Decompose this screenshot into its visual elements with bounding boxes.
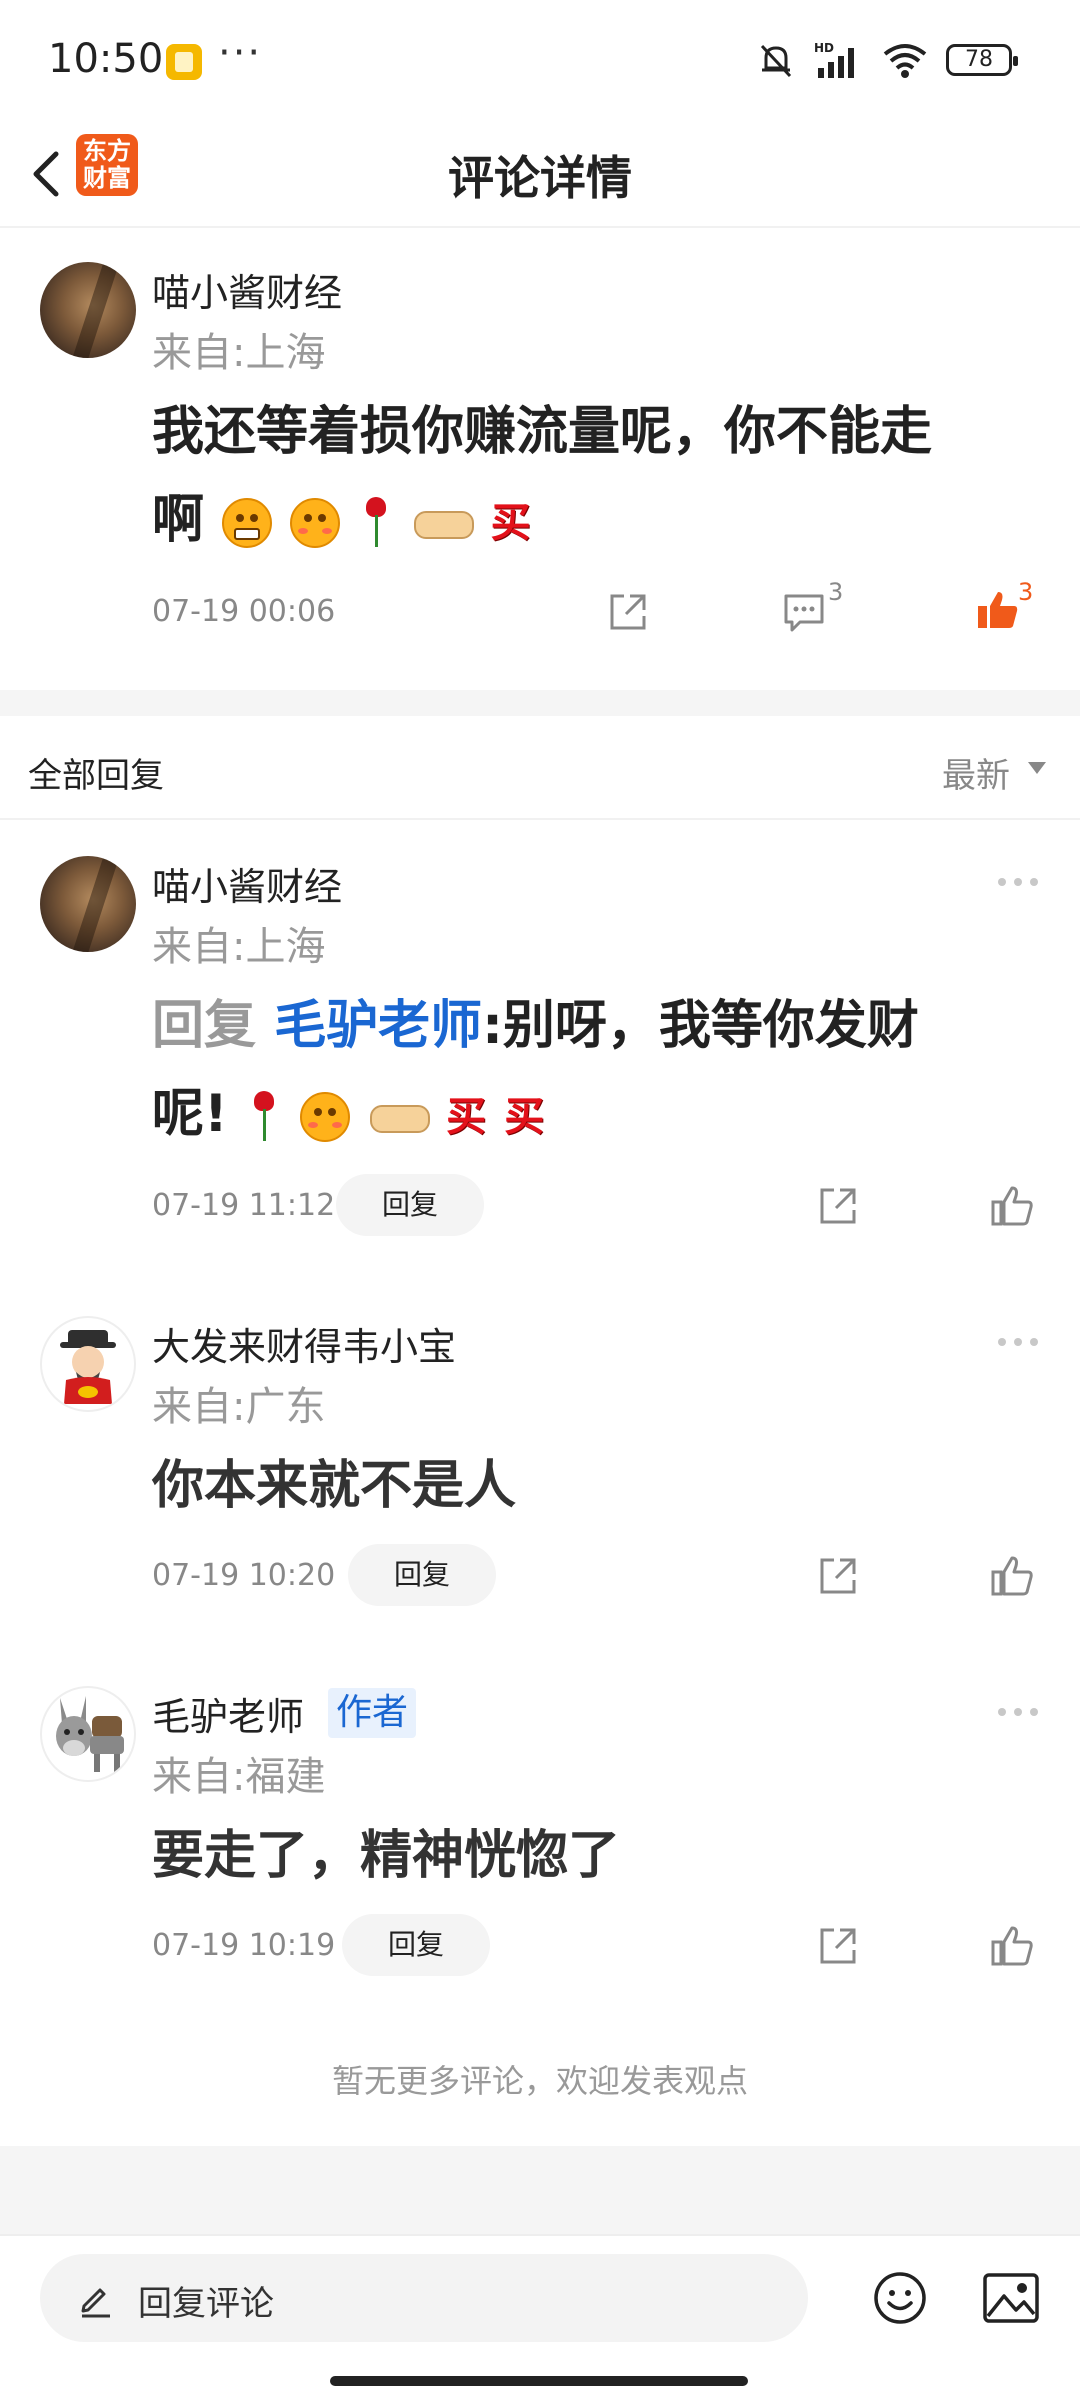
buy-emoji-icon: 买 [490,500,531,546]
reply-username[interactable]: 毛驴老师 [152,1686,304,1741]
no-more-comments-note: 暂无更多评论，欢迎发表观点 [331,2062,748,2100]
replies-header: 全部回复 最新 [0,716,1080,820]
reply-timestamp: 07-19 10:20 [152,1558,336,1593]
reply-target-link[interactable]: 毛驴老师 [274,996,482,1056]
section-divider [0,690,1080,716]
sort-dropdown[interactable]: 最新 [942,748,1010,797]
reply-prefix: 回复 [152,996,257,1056]
svg-text:HD: HD [814,41,834,55]
reply-text: 要走了，精神恍惚了 [152,1826,621,1886]
emoji-picker-icon[interactable] [872,2270,928,2326]
rose-emoji-icon [358,495,394,551]
thumbs-up-filled-icon[interactable] [974,586,1022,634]
reply-timestamp: 07-19 11:12 [152,1188,336,1223]
grimace-emoji-icon [222,498,273,548]
top-nav-bar: 东方 财富 评论详情 [0,120,1080,228]
reply-username[interactable]: 喵小酱财经 [152,856,342,911]
author-badge: 作者 [328,1688,417,1738]
avatar[interactable] [40,856,136,952]
reply-comment-input[interactable]: 回复评论 [40,2254,808,2342]
reply-text-line1: :别呀，我等你发财 [482,996,919,1056]
comment-text: 我还等着损你赚流量呢，你不能走 啊 买 [152,388,1032,567]
comment-location: 来自:上海 [152,330,326,376]
handshake-emoji-icon [412,503,475,543]
comment-text-line2: 啊 [152,490,205,550]
battery-indicator: 78 [946,44,1018,76]
comment-username[interactable]: 喵小酱财经 [152,262,342,317]
thumbs-up-icon[interactable] [988,1922,1036,1970]
reply-button[interactable]: 回复 [348,1544,496,1606]
pen-icon [81,2288,110,2318]
bottom-spacer [0,2146,1080,2234]
comment-text-line1: 我还等着损你赚流量呢，你不能走 [152,402,933,462]
comment-icon[interactable] [780,588,828,636]
more-options-icon[interactable] [996,1336,1040,1348]
thumbs-up-icon[interactable] [988,1552,1036,1600]
status-icons: HD 78 [756,38,1018,82]
flushed-emoji-icon [290,498,341,548]
avatar[interactable] [40,1316,136,1412]
page-title: 评论详情 [448,151,632,205]
share-icon[interactable] [814,1182,862,1230]
image-upload-icon[interactable] [982,2272,1040,2324]
fortune-god-avatar-icon [60,1330,116,1404]
more-notifications-icon: ··· [218,30,263,76]
reply-input-placeholder: 回复评论 [138,2284,274,2324]
buy-emoji-icon: 买 [446,1094,487,1140]
wifi-icon [883,44,927,78]
thumbs-up-icon[interactable] [988,1182,1036,1230]
more-options-icon[interactable] [996,1706,1040,1718]
reply-text-line2: 呢! [152,1084,228,1144]
share-icon[interactable] [814,1922,862,1970]
reply-location: 来自:上海 [152,924,326,970]
share-icon[interactable] [814,1552,862,1600]
caret-down-icon[interactable] [1028,762,1046,774]
reply-button[interactable]: 回复 [336,1174,484,1236]
comment-text-line2-wrap: 啊 买 [152,476,1032,567]
more-options-icon[interactable] [996,876,1040,888]
notification-app-icon [166,44,202,80]
comment-timestamp: 07-19 00:06 [152,594,336,629]
avatar[interactable] [40,262,136,358]
all-replies-title: 全部回复 [28,756,164,796]
flushed-emoji-icon [299,1092,350,1142]
reply-button[interactable]: 回复 [342,1914,490,1976]
status-bar: 10:50 ··· HD 78 [0,0,1080,120]
reply-text: 你本来就不是人 [152,1456,517,1516]
bottom-input-bar: 回复评论 [0,2234,1080,2400]
status-time: 10:50 [48,36,164,82]
reply-location: 来自:福建 [152,1754,326,1800]
reply-location: 来自:广东 [152,1384,326,1430]
rose-emoji-icon [246,1089,282,1145]
reply-timestamp: 07-19 10:19 [152,1928,336,1963]
like-count: 3 [1018,578,1034,606]
mute-bell-icon [760,44,792,78]
home-indicator[interactable] [330,2376,748,2386]
reply-text: 回复 毛驴老师:别呀，我等你发财 呢! 买 买 [152,982,1052,1161]
avatar[interactable] [40,1686,136,1782]
share-icon[interactable] [604,588,652,636]
signal-hd-icon: HD [814,41,854,78]
comment-count: 3 [828,578,844,606]
reply-username[interactable]: 大发来财得韦小宝 [152,1316,456,1371]
buy-emoji-icon: 买 [504,1094,545,1140]
handshake-emoji-icon [368,1097,431,1137]
donkey-avatar-icon [56,1696,124,1772]
